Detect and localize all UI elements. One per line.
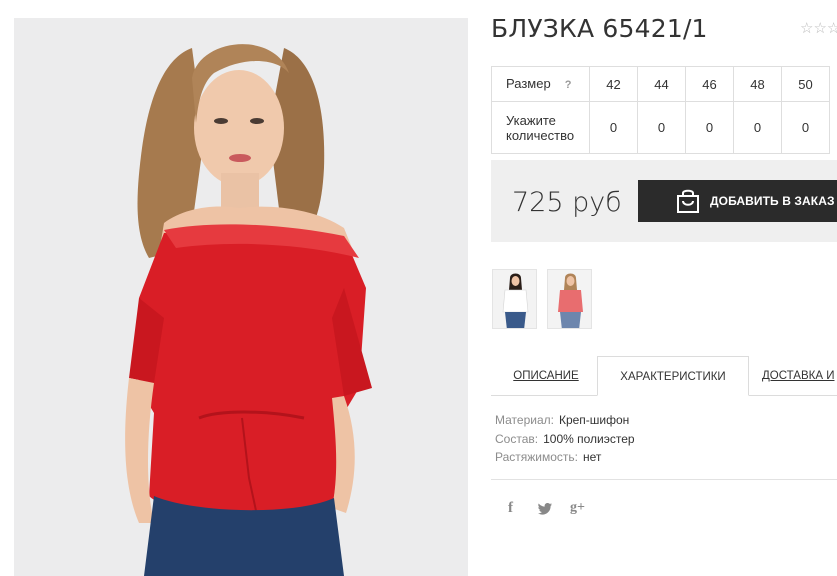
quantity-input-44[interactable]: 0 [637,101,686,154]
characteristics-list: Материал: Креп-шифон Состав: 100% полиэсте… [495,411,635,467]
size-table: Размер? 42 44 46 48 50 Укажите количеств… [491,66,830,154]
shopping-bag-icon [677,189,699,213]
add-to-order-label: ДОБАВИТЬ В ЗАКАЗ [710,194,835,208]
size-cell: 46 [685,66,734,102]
price: 725 руб [512,187,622,218]
tab-description-label: ОПИСАНИЕ [513,370,579,382]
product-title: БЛУЗКА 65421/1 [491,14,708,43]
model-red-top-thumbnail [548,270,591,328]
size-cell: 42 [589,66,638,102]
spec-value: Креп-шифон [558,413,630,427]
add-to-order-button[interactable]: ДОБАВИТЬ В ЗАКАЗ [638,180,837,222]
spec-row-stretch: Растяжимость: нет [495,448,635,467]
spec-label: Растяжимость: [495,450,579,464]
quantity-input-50[interactable]: 0 [781,101,830,154]
model-in-red-blouse-illustration [125,44,372,576]
help-icon[interactable]: ? [565,78,572,93]
quantity-header-cell: Укажите количество [491,101,590,154]
tab-characteristics[interactable]: ХАРАКТЕРИСТИКИ [597,356,749,396]
quantity-input-46[interactable]: 0 [685,101,734,154]
tab-characteristics-label: ХАРАКТЕРИСТИКИ [620,371,726,383]
tab-delivery-label: ДОСТАВКА И [762,370,835,382]
main-product-photo[interactable] [14,18,468,576]
size-cell: 50 [781,66,830,102]
size-cell: 44 [637,66,686,102]
tab-description[interactable]: ОПИСАНИЕ [505,356,587,396]
spec-label: Состав: [495,431,539,446]
twitter-bird-icon [538,503,552,515]
size-header-label: Размер [506,75,551,91]
spec-row-material: Материал: Креп-шифон [495,411,635,430]
quantity-input-48[interactable]: 0 [733,101,782,154]
twitter-icon[interactable] [538,502,552,518]
spec-value: 100% полиэстер [543,431,635,446]
spec-value: нет [583,450,602,464]
spec-row-composition: Состав: 100% полиэстер [495,430,635,449]
rating-stars[interactable]: ☆☆☆ [800,19,837,37]
size-header-cell: Размер? [491,66,590,102]
quantity-row: Укажите количество 0 0 0 0 0 [491,101,830,154]
quantity-input-42[interactable]: 0 [589,101,638,154]
divider [491,479,837,480]
google-plus-icon[interactable]: g+ [570,500,585,516]
size-row: Размер? 42 44 46 48 50 [491,66,830,102]
model-white-top-thumbnail [493,270,536,328]
thumbnail-white-top[interactable] [492,269,537,329]
tab-delivery[interactable]: ДОСТАВКА И [762,356,837,396]
facebook-icon[interactable]: f [508,500,513,517]
spec-label: Материал: [495,413,554,427]
size-cell: 48 [733,66,782,102]
thumbnail-red-top[interactable] [547,269,592,329]
price-bar: 725 руб ДОБАВИТЬ В ЗАКАЗ [491,160,837,242]
